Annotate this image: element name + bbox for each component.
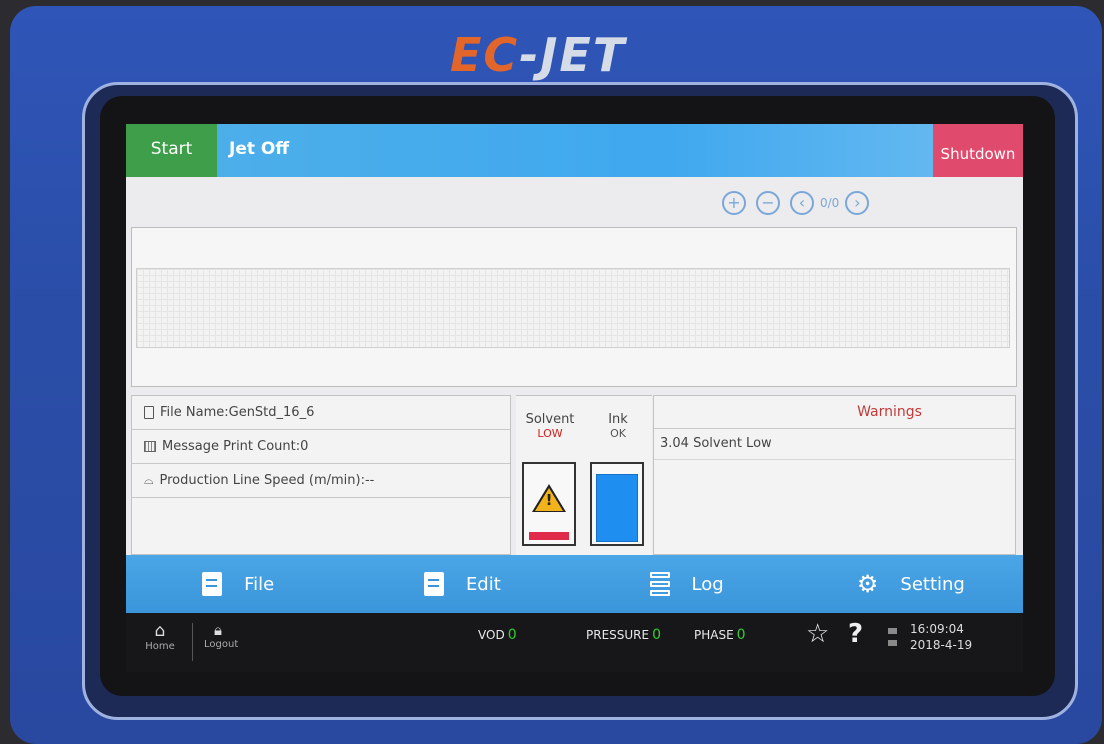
top-bar: Start Jet Off Shutdown bbox=[126, 124, 1023, 177]
shutdown-button[interactable]: Shutdown bbox=[933, 124, 1023, 177]
network-icon bbox=[886, 626, 900, 652]
file-name-row: File Name:GenStd_16_6 bbox=[132, 396, 510, 430]
menu-edit[interactable]: Edit bbox=[350, 555, 574, 613]
file-doc-icon bbox=[202, 572, 223, 596]
ink-level-bar bbox=[596, 474, 638, 542]
logout-button[interactable]: 🔒︎ Logout bbox=[204, 621, 264, 650]
solvent-status: LOW bbox=[537, 427, 563, 440]
zoom-in-icon[interactable]: + bbox=[722, 191, 746, 215]
edit-pencil-icon bbox=[423, 572, 444, 596]
line-speed-row: ⌓ Production Line Speed (m/min):-- bbox=[132, 464, 510, 498]
clock: 16:09:04 2018-4-19 bbox=[910, 621, 972, 653]
line-speed-text: Production Line Speed (m/min):-- bbox=[159, 473, 375, 488]
preview-toolbar: + − ‹ 0/0 › bbox=[722, 188, 870, 218]
phase-label: PHASE bbox=[694, 628, 734, 642]
status-bar: ⌂ Home 🔒︎ Logout VOD 0 PRESSURE 0 PHASE 0 ☆… bbox=[126, 613, 1023, 672]
gear-icon: ⚙ bbox=[856, 570, 879, 598]
menu-file-label: File bbox=[244, 573, 275, 595]
main-menu: File Edit Log ⚙ Setting bbox=[126, 555, 1023, 613]
menu-log-label: Log bbox=[691, 573, 724, 595]
ink-level-box bbox=[590, 462, 644, 546]
vod-label: VOD bbox=[478, 628, 505, 642]
menu-file[interactable]: File bbox=[126, 555, 350, 613]
menu-setting-label: Setting bbox=[900, 573, 965, 595]
ink-gauge[interactable]: Ink OK bbox=[584, 395, 652, 555]
pressure-value: 0 bbox=[652, 627, 662, 643]
logout-label: Logout bbox=[204, 639, 239, 650]
vod-indicator: VOD 0 bbox=[478, 627, 517, 643]
zoom-out-icon[interactable]: − bbox=[756, 191, 780, 215]
ink-status: OK bbox=[610, 427, 626, 440]
file-info-panel: File Name:GenStd_16_6 Message Print Coun… bbox=[131, 395, 511, 555]
print-count-row: Message Print Count:0 bbox=[132, 430, 510, 464]
menu-log[interactable]: Log bbox=[575, 555, 799, 613]
counter-icon bbox=[144, 441, 156, 452]
brand-logo: EC-JET bbox=[450, 28, 627, 82]
favorite-star-icon[interactable]: ☆ bbox=[806, 619, 829, 649]
home-button[interactable]: ⌂ Home bbox=[140, 621, 180, 652]
ink-label: Ink bbox=[608, 412, 628, 427]
file-name-text: File Name:GenStd_16_6 bbox=[160, 405, 315, 420]
warning-mark: ! bbox=[545, 491, 553, 509]
next-page-icon[interactable]: › bbox=[845, 191, 870, 215]
warnings-title: Warnings bbox=[654, 396, 1015, 429]
solvent-gauge[interactable]: Solvent LOW ! bbox=[516, 395, 584, 555]
solvent-level-box: ! bbox=[522, 462, 576, 546]
vod-value: 0 bbox=[507, 627, 517, 643]
lock-icon: 🔒︎ bbox=[214, 621, 222, 639]
print-grid bbox=[136, 268, 1010, 348]
touch-screen: Start Jet Off Shutdown + − ‹ 0/0 › File … bbox=[126, 124, 1023, 672]
print-count-text: Message Print Count:0 bbox=[162, 439, 309, 454]
jet-status-label: Jet Off bbox=[229, 139, 290, 159]
log-list-icon bbox=[649, 572, 670, 596]
message-preview[interactable] bbox=[131, 227, 1017, 387]
menu-edit-label: Edit bbox=[465, 573, 501, 595]
pressure-indicator: PRESSURE 0 bbox=[586, 627, 661, 643]
clock-time: 16:09:04 bbox=[910, 622, 964, 636]
solvent-label: Solvent bbox=[525, 412, 575, 427]
warnings-panel[interactable]: Warnings 3.04 Solvent Low bbox=[653, 395, 1016, 555]
help-icon[interactable]: ? bbox=[848, 619, 863, 649]
phase-value: 0 bbox=[736, 627, 746, 643]
warning-item[interactable]: 3.04 Solvent Low bbox=[654, 429, 1015, 460]
start-button[interactable]: Start bbox=[126, 124, 217, 177]
clock-date: 2018-4-19 bbox=[910, 638, 973, 652]
pressure-label: PRESSURE bbox=[586, 628, 650, 642]
file-icon bbox=[144, 406, 154, 419]
speedometer-icon: ⌓ bbox=[144, 473, 154, 487]
divider bbox=[192, 623, 193, 661]
prev-page-icon[interactable]: ‹ bbox=[790, 191, 814, 215]
home-icon: ⌂ bbox=[154, 621, 166, 641]
home-label: Home bbox=[145, 641, 175, 652]
phase-indicator: PHASE 0 bbox=[694, 627, 746, 643]
menu-setting[interactable]: ⚙ Setting bbox=[799, 555, 1023, 613]
page-indicator: 0/0 bbox=[820, 196, 840, 210]
solvent-level-bar bbox=[529, 532, 569, 540]
